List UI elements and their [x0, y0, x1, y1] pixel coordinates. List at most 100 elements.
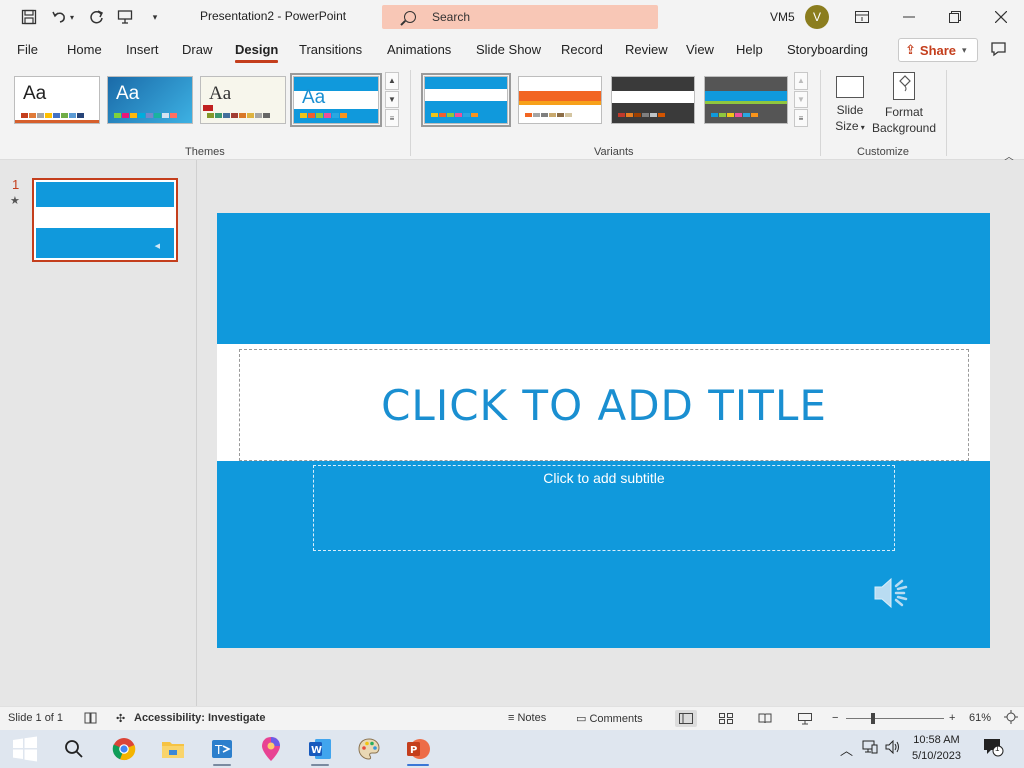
ribbon-display-options-icon[interactable]: [846, 4, 878, 30]
network-icon[interactable]: [862, 740, 878, 757]
svg-text:P: P: [410, 745, 417, 756]
variant-swatches: [431, 113, 478, 117]
chevron-up-icon[interactable]: ︿: [840, 740, 853, 759]
tab-insert[interactable]: Insert: [126, 42, 159, 57]
teams-remote-icon[interactable]: T: [207, 735, 237, 766]
avatar[interactable]: V: [805, 5, 829, 29]
slide-canvas[interactable]: CLICK TO ADD TITLE Click to add subtitle: [217, 213, 990, 648]
group-separator: [820, 70, 821, 156]
zoom-level[interactable]: 61%: [969, 712, 991, 724]
tab-draw[interactable]: Draw: [182, 42, 212, 57]
slide-size-button[interactable]: Slide Size ▾: [830, 72, 870, 136]
normal-view-icon[interactable]: [675, 710, 697, 727]
chevron-down-icon[interactable]: ▼: [794, 90, 808, 109]
more-variants-icon[interactable]: ≡: [794, 109, 808, 128]
clock-date: 5/10/2023: [912, 750, 961, 762]
tab-record[interactable]: Record: [561, 42, 603, 57]
share-button[interactable]: ⇪ Share ▾: [898, 38, 978, 62]
comments-button[interactable]: ▭ Comments: [576, 712, 643, 725]
title-placeholder[interactable]: CLICK TO ADD TITLE: [239, 349, 969, 461]
theme-office[interactable]: Aa: [14, 76, 100, 124]
theme-facet[interactable]: Aa: [107, 76, 193, 124]
system-clock[interactable]: 10:58 AM 5/10/2023: [912, 732, 961, 764]
tab-help[interactable]: Help: [736, 42, 763, 57]
theme-current[interactable]: Aa: [290, 73, 382, 127]
tab-review[interactable]: Review: [625, 42, 668, 57]
word-icon[interactable]: W: [305, 735, 335, 766]
reading-view-icon[interactable]: [754, 710, 776, 727]
variants-scroll: ▲ ▼ ≡: [794, 72, 808, 128]
search-box[interactable]: Search: [382, 5, 658, 29]
zoom-out-button[interactable]: −: [832, 712, 838, 724]
audio-speaker-icon[interactable]: [872, 573, 914, 613]
ribbon-tabs: File Home Insert Draw Design Transitions…: [0, 34, 1024, 64]
fit-slide-icon[interactable]: [1004, 710, 1018, 727]
undo-dropdown-icon[interactable]: ▾: [66, 6, 78, 28]
tab-view[interactable]: View: [686, 42, 714, 57]
tab-file[interactable]: File: [17, 42, 38, 57]
notification-icon[interactable]: 1: [983, 738, 1005, 761]
chevron-up-icon[interactable]: ▲: [794, 72, 808, 90]
maps-pin-icon[interactable]: [256, 735, 286, 763]
chevron-down-icon: ▾: [858, 123, 865, 132]
restore-icon[interactable]: [939, 4, 971, 30]
variant-3[interactable]: [611, 76, 695, 124]
slide-size-line1: Slide: [836, 103, 864, 117]
slide-size-icon: [836, 76, 864, 98]
redo-icon[interactable]: [86, 6, 108, 28]
volume-icon[interactable]: [885, 739, 901, 757]
close-icon[interactable]: [985, 4, 1017, 30]
accessibility-icon[interactable]: ✣: [116, 712, 125, 725]
share-icon: ⇪: [905, 42, 916, 57]
chrome-icon[interactable]: [109, 735, 139, 763]
slide-show-view-icon[interactable]: [794, 710, 816, 727]
chevron-up-icon[interactable]: ▲: [385, 72, 399, 90]
paint-icon[interactable]: [354, 735, 384, 763]
comments-label: Comments: [589, 713, 643, 725]
tab-design[interactable]: Design: [235, 42, 279, 63]
customize-toolbar-icon[interactable]: ▾: [144, 6, 166, 28]
theme-sample-text: Aa: [302, 87, 326, 108]
more-themes-icon[interactable]: ≡: [385, 109, 399, 128]
tab-storyboarding[interactable]: Storyboarding: [787, 42, 868, 57]
windows-start-icon[interactable]: [10, 735, 40, 763]
save-icon[interactable]: [18, 6, 40, 28]
spelling-check-icon[interactable]: [84, 712, 97, 727]
subtitle-placeholder-text: Click to add subtitle: [543, 470, 665, 486]
variant-4[interactable]: [704, 76, 788, 124]
subtitle-placeholder[interactable]: Click to add subtitle: [313, 465, 895, 551]
user-name[interactable]: VM5: [770, 10, 795, 24]
taskbar: T W P ︿ 10:58 AM 5/10/2023 1: [0, 730, 1024, 768]
tab-home[interactable]: Home: [67, 42, 102, 57]
zoom-in-button[interactable]: +: [949, 712, 955, 724]
variant-swatches: [618, 113, 665, 117]
tab-animations[interactable]: Animations: [387, 42, 451, 57]
theme-swatches: [114, 113, 177, 118]
svg-text:T: T: [214, 743, 223, 757]
variant-2[interactable]: [518, 76, 602, 124]
zoom-slider-track[interactable]: [846, 718, 944, 719]
slide-sorter-icon[interactable]: [715, 710, 737, 727]
tab-transitions[interactable]: Transitions: [299, 42, 362, 57]
theme-organic[interactable]: Aa: [200, 76, 286, 124]
variant-swatches: [711, 113, 758, 117]
chevron-down-icon[interactable]: ▼: [385, 90, 399, 109]
theme-swatches: [207, 113, 270, 118]
tab-slide-show[interactable]: Slide Show: [476, 42, 541, 57]
slide-thumbnail[interactable]: ◀: [32, 178, 178, 262]
file-explorer-icon[interactable]: [158, 735, 188, 763]
minimize-icon[interactable]: [893, 4, 925, 30]
accessibility-status[interactable]: Accessibility: Investigate: [134, 712, 265, 724]
group-separator: [410, 70, 411, 156]
variant-1[interactable]: [421, 73, 511, 127]
comments-icon[interactable]: [990, 40, 1008, 63]
zoom-slider-thumb[interactable]: [871, 713, 875, 724]
notes-button[interactable]: ≡ Notes: [508, 712, 546, 724]
present-from-beginning-icon[interactable]: [114, 6, 136, 28]
search-icon[interactable]: [59, 735, 89, 763]
variants-group-label: Variants: [594, 146, 634, 158]
powerpoint-icon[interactable]: P: [403, 735, 433, 766]
animation-star-icon: ★: [10, 195, 20, 207]
format-background-button[interactable]: Format Background: [870, 72, 938, 136]
search-label: Search: [432, 10, 471, 24]
